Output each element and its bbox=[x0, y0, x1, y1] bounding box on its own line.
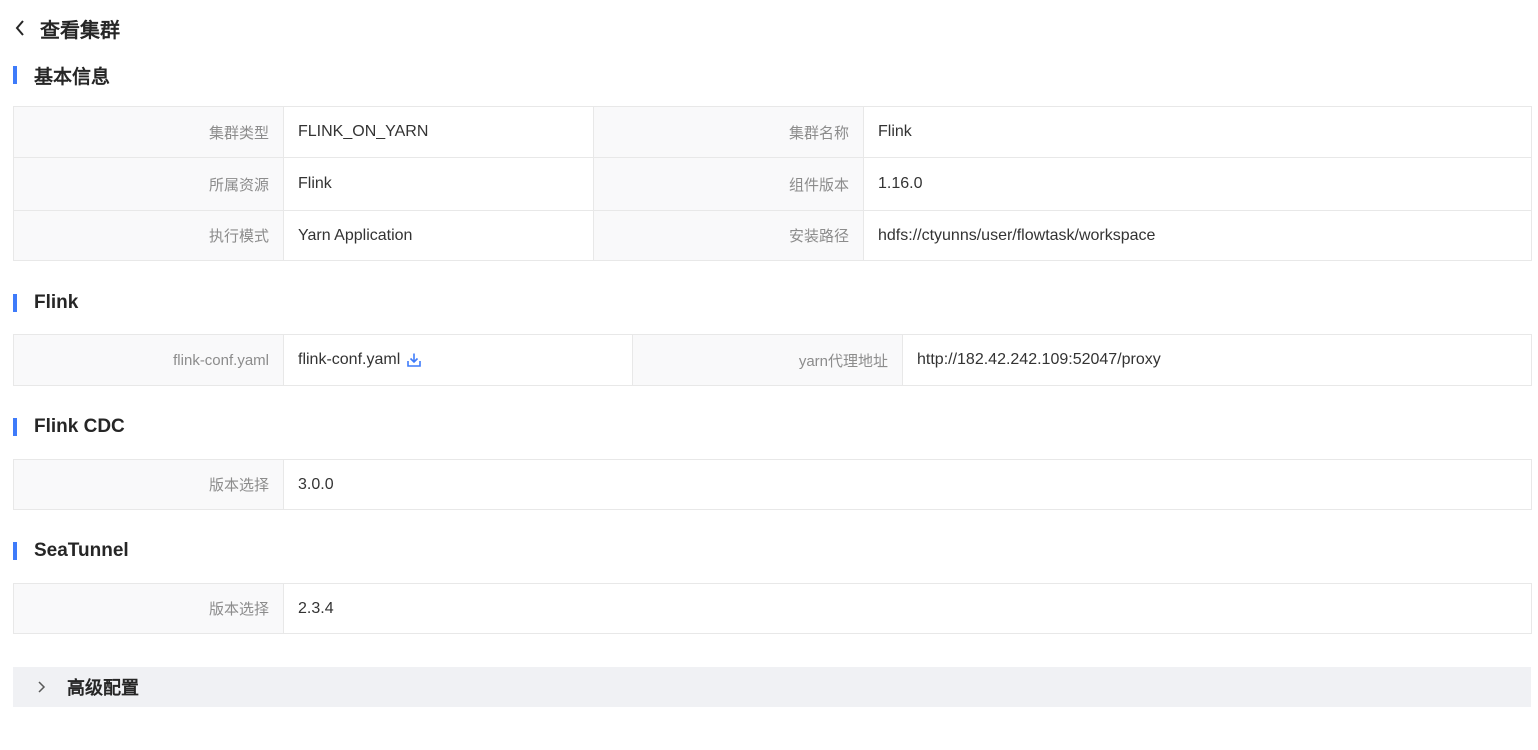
component-version-label: 组件版本 bbox=[593, 157, 864, 211]
cluster-name-label: 集群名称 bbox=[593, 106, 864, 158]
flink-conf-label: flink-conf.yaml bbox=[13, 334, 284, 386]
cluster-name-value: Flink bbox=[863, 106, 1532, 158]
section-title-text: Flink bbox=[34, 292, 79, 313]
resource-label: 所属资源 bbox=[13, 157, 284, 211]
section-accent-bar bbox=[13, 66, 17, 84]
section-title-text: 基本信息 bbox=[34, 66, 111, 88]
cdc-version-value: 3.0.0 bbox=[283, 459, 1532, 510]
section-accent-bar bbox=[13, 294, 17, 312]
section-title-flink-cdc: Flink CDC bbox=[13, 416, 125, 438]
chevron-left-icon[interactable] bbox=[14, 14, 32, 42]
section-title-basic: 基本信息 bbox=[13, 64, 111, 88]
section-title-text: Flink CDC bbox=[34, 416, 125, 437]
seatunnel-table: 版本选择 2.3.4 bbox=[13, 583, 1532, 634]
flink-conf-cell: flink-conf.yaml bbox=[283, 334, 633, 386]
basic-info-table: 集群类型 FLINK_ON_YARN 集群名称 Flink 所属资源 Flink… bbox=[13, 106, 1532, 261]
cdc-version-label: 版本选择 bbox=[13, 459, 284, 510]
section-accent-bar bbox=[13, 542, 17, 560]
section-accent-bar bbox=[13, 418, 17, 436]
section-title-seatunnel: SeaTunnel bbox=[13, 540, 129, 562]
cluster-type-value: FLINK_ON_YARN bbox=[283, 106, 594, 158]
seatunnel-version-label: 版本选择 bbox=[13, 583, 284, 634]
cluster-type-label: 集群类型 bbox=[13, 106, 284, 158]
page-title: 查看集群 bbox=[40, 19, 120, 42]
install-path-label: 安装路径 bbox=[593, 210, 864, 261]
flink-conf-file-name: flink-conf.yaml bbox=[298, 351, 401, 368]
exec-mode-value: Yarn Application bbox=[283, 210, 594, 261]
back-to-list[interactable]: 查看集群 bbox=[14, 14, 120, 42]
table-row: 执行模式 Yarn Application 安装路径 hdfs://ctyunn… bbox=[13, 210, 1532, 261]
yarn-proxy-value: http://182.42.242.109:52047/proxy bbox=[902, 334, 1532, 386]
cluster-detail-page: 查看集群 基本信息 集群类型 FLINK_ON_YARN 集群名称 Flink … bbox=[0, 0, 1538, 750]
flink-cdc-table: 版本选择 3.0.0 bbox=[13, 459, 1532, 510]
advanced-config-label: 高级配置 bbox=[67, 678, 139, 698]
exec-mode-label: 执行模式 bbox=[13, 210, 284, 261]
chevron-right-icon bbox=[36, 679, 48, 695]
table-row: 版本选择 3.0.0 bbox=[13, 459, 1532, 510]
resource-value: Flink bbox=[283, 157, 594, 211]
seatunnel-version-value: 2.3.4 bbox=[283, 583, 1532, 634]
install-path-value: hdfs://ctyunns/user/flowtask/workspace bbox=[863, 210, 1532, 261]
table-row: flink-conf.yaml flink-conf.yaml yarn代理地址… bbox=[13, 334, 1532, 386]
table-row: 集群类型 FLINK_ON_YARN 集群名称 Flink bbox=[13, 106, 1532, 158]
yarn-proxy-label: yarn代理地址 bbox=[632, 334, 903, 386]
section-title-flink: Flink bbox=[13, 292, 78, 314]
component-version-value: 1.16.0 bbox=[863, 157, 1532, 211]
table-row: 版本选择 2.3.4 bbox=[13, 583, 1532, 634]
download-icon[interactable] bbox=[406, 352, 422, 368]
flink-table: flink-conf.yaml flink-conf.yaml yarn代理地址… bbox=[13, 334, 1532, 386]
table-row: 所属资源 Flink 组件版本 1.16.0 bbox=[13, 157, 1532, 211]
advanced-config-toggle[interactable]: 高级配置 bbox=[13, 667, 1531, 707]
section-title-text: SeaTunnel bbox=[34, 540, 129, 561]
